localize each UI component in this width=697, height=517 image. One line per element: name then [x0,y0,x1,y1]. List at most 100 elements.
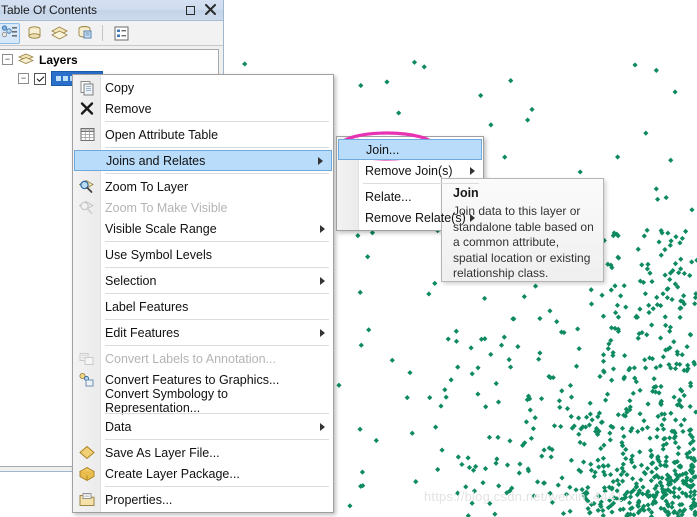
options-button[interactable] [110,23,132,44]
menu-separator [105,241,329,242]
menu-separator [105,439,329,440]
submenu-arrow-icon [320,422,325,431]
layers-group-icon [18,53,34,66]
copy-icon [78,79,96,96]
menu-item-join[interactable]: Join... [338,139,482,160]
menu-item-label: Convert Symbology to Representation... [105,386,228,415]
menu-separator [363,183,479,184]
menu-item-label: Remove Relate(s) [365,210,466,225]
list-by-visibility-button[interactable] [48,23,70,44]
context-menu-items: Copy Remove Open Attribute Table Joins and … [73,77,333,510]
menu-item-label: Relate... [365,189,412,204]
convert-labels-icon [78,350,96,367]
convert-features-icon [78,371,96,388]
menu-item-label: Convert Labels to Annotation... [105,351,276,366]
menu-item-zoom-to-layer[interactable]: Zoom To Layer [73,176,333,197]
maximize-button[interactable] [184,4,197,17]
submenu-arrow-icon [470,166,475,175]
toc-toolbar [0,21,223,46]
menu-separator [105,413,329,414]
properties-icon [78,491,96,508]
menu-item-use-symbol-levels[interactable]: Use Symbol Levels [73,244,333,265]
menu-item-label: Selection [105,273,157,288]
menu-item-label: Edit Features [105,325,180,340]
layer-symbol-swatch [63,76,68,81]
menu-item-relate[interactable]: Relate... [337,186,483,207]
zoom-visible-icon [78,199,96,216]
menu-item-label-features[interactable]: Label Features [73,296,333,317]
panel-title: Table Of Contents [1,3,98,17]
list-by-selection-button[interactable] [73,23,95,44]
toolbar-separator [102,25,103,41]
submenu-arrow-icon [320,224,325,233]
menu-separator [105,319,329,320]
options-list-icon [114,26,128,40]
menu-item-label: Joins and Relates [106,153,206,168]
menu-item-edit-features[interactable]: Edit Features [73,322,333,343]
expander-icon[interactable]: − [2,54,13,65]
menu-item-label: Use Symbol Levels [105,247,212,262]
submenu-arrow-icon [318,156,323,165]
menu-item-label: Create Layer Package... [105,466,240,481]
menu-item-properties[interactable]: Properties... [73,489,333,510]
menu-item-copy[interactable]: Copy [73,77,333,98]
menu-item-label: Label Features [105,299,189,314]
close-icon [205,2,216,20]
drawing-order-icon [1,25,17,38]
list-by-drawing-order-button[interactable] [0,22,20,44]
menu-item-data[interactable]: Data [73,416,333,437]
menu-item-label: Copy [105,80,135,95]
table-icon [78,126,96,143]
layer-visibility-checkbox[interactable] [34,72,46,85]
tree-row-layers[interactable]: − Layers [0,50,218,69]
menu-separator [105,147,329,148]
menu-item-remove-relates[interactable]: Remove Relate(s) [337,207,483,228]
source-icon [28,26,40,39]
layer-symbol-swatch [56,76,61,81]
maximize-icon [186,6,195,15]
menu-item-label: Zoom To Make Visible [105,200,228,215]
menu-item-label: Visible Scale Range [105,221,217,236]
selection-icon [78,26,91,39]
menu-item-save-as-layer-file[interactable]: Save As Layer File... [73,442,333,463]
menu-item-label: Join... [366,142,400,157]
submenu-arrow-icon [320,328,325,337]
visibility-icon [50,26,68,40]
menu-item-remove[interactable]: Remove [73,98,333,119]
close-button[interactable] [204,2,217,20]
menu-item-joins-and-relates[interactable]: Joins and Relates [74,150,332,171]
menu-separator [105,345,329,346]
menu-item-visible-scale-range[interactable]: Visible Scale Range [73,218,333,239]
menu-item-remove-joins[interactable]: Remove Join(s) [337,160,483,181]
menu-separator [105,173,329,174]
menu-separator [105,293,329,294]
application-window: https://blog.csdn.net/weixin_4441 Table … [0,0,697,517]
menu-item-zoom-to-make-visible: Zoom To Make Visible [73,197,333,218]
menu-item-label: Open Attribute Table [105,127,219,142]
menu-separator [105,267,329,268]
menu-item-label: Remove [105,101,152,116]
menu-item-convert-labels-to-annotation: Convert Labels to Annotation... [73,348,333,369]
menu-item-open-attribute-table[interactable]: Open Attribute Table [73,124,333,145]
watermark-url: https://blog.csdn.net/weixin_4441 [424,489,623,504]
expander-icon[interactable]: − [18,73,29,84]
menu-item-label: Data [105,419,132,434]
list-by-source-button[interactable] [23,23,45,44]
tree-label-layers: Layers [39,52,78,67]
layer-file-icon [78,444,96,461]
menu-item-label: Properties... [105,492,173,507]
menu-item-label: Remove Join(s) [365,163,453,178]
menu-item-create-layer-package[interactable]: Create Layer Package... [73,463,333,484]
panel-titlebar[interactable]: Table Of Contents [0,0,223,21]
joins-and-relates-submenu: Join... Remove Join(s) Relate... Remove Rel… [336,136,484,231]
menu-item-label: Save As Layer File... [105,445,220,460]
menu-item-selection[interactable]: Selection [73,270,333,291]
menu-item-label: Zoom To Layer [105,179,189,194]
submenu-arrow-icon [470,213,475,222]
titlebar-button-group [184,0,217,21]
layer-context-menu: Copy Remove Open Attribute Table Joins and … [72,74,334,513]
menu-item-convert-symbology-to-representation[interactable]: Convert Symbology to Representation... [73,387,333,415]
menu-separator [105,121,329,122]
remove-x-icon [78,100,96,117]
menu-separator [105,486,329,487]
